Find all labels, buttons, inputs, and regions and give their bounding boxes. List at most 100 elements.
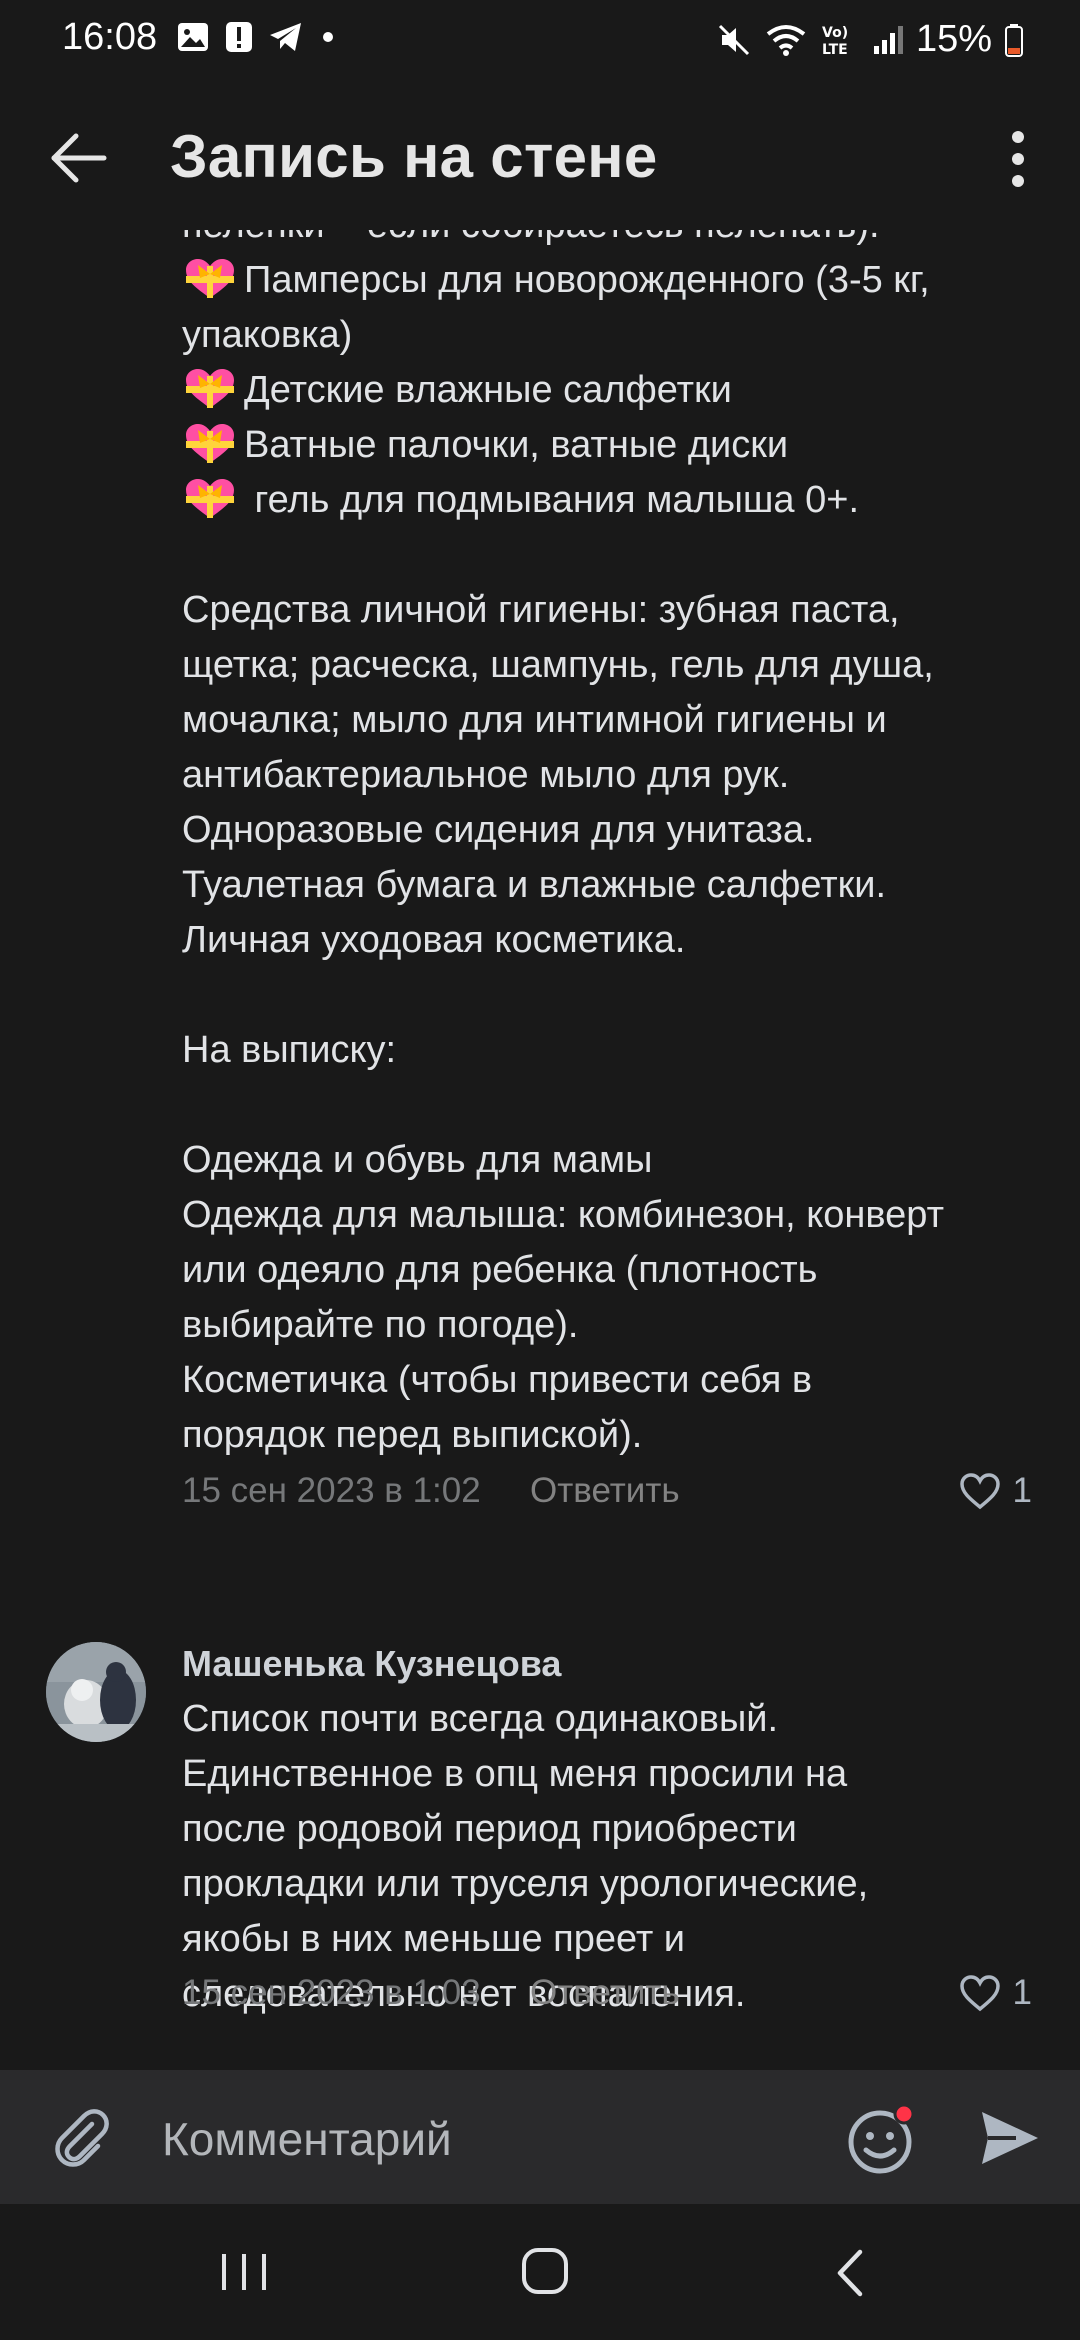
comment-line: Средства личной гигиены: зубная паста, [182, 583, 1052, 638]
heart-with-ribbon-icon [186, 424, 234, 463]
home-icon[interactable] [520, 2246, 570, 2296]
comment-line-text: Туалетная бумага и влажные салфетки. [182, 864, 887, 906]
comment-line: после родовой период приобрести [182, 1802, 1052, 1857]
comment-line-text: Памперсы для новорожденного (3-5 кг, [244, 259, 930, 301]
like-button[interactable]: 1 [959, 1973, 1032, 2013]
comment-date: 15 сен 2023 в 1:02 [182, 1471, 481, 1510]
comment-line-text: Личная уходовая косметика. [182, 919, 686, 961]
comment-line-text: Одежда для малыша: комбинезон, конверт [182, 1194, 945, 1236]
comment-text: пеленки – если собираетесь пеленать). Пам… [182, 230, 1052, 1463]
comment-line-text: щетка; расческа, шампунь, гель для душа, [182, 644, 934, 686]
like-count: 1 [1012, 1471, 1032, 1510]
comment-line: якобы в них меньше преет и [182, 1912, 1052, 1967]
comment-line-text: гель для подмывания малыша 0+. [244, 479, 859, 521]
comment-line: выбирайте по погоде). [182, 1298, 1052, 1353]
alert-icon [226, 22, 252, 52]
comment-line: Список почти всегда одинаковый. [182, 1692, 1052, 1747]
comment-line-text: выбирайте по погоде). [182, 1304, 579, 1346]
volte-icon: Vo) LTE [822, 25, 848, 58]
comment-line-text: На выписку: [182, 1029, 397, 1071]
recent-apps-icon[interactable] [218, 2250, 270, 2294]
comment-line: антибактериальное мыло для рук. [182, 748, 1052, 803]
comment-line-text: порядок перед выпиской). [182, 1414, 643, 1456]
comment-line-text: пеленки – если собираетесь пеленать). [182, 230, 880, 246]
comment-line-text: Ватные палочки, ватные диски [244, 424, 789, 466]
comment-line: Одежда для малыша: комбинезон, конверт [182, 1188, 1052, 1243]
comment-line: Туалетная бумага и влажные салфетки. [182, 858, 1052, 913]
comment-line-text: антибактериальное мыло для рук. [182, 754, 790, 796]
comment-line: Памперсы для новорожденного (3-5 кг, [182, 253, 1052, 308]
notification-badge [893, 2103, 915, 2125]
more-options-icon[interactable] [990, 124, 1046, 194]
comment-line-text: Список почти всегда одинаковый. [182, 1698, 779, 1740]
app-bar: Запись на стене [0, 80, 1080, 230]
heart-with-ribbon-icon [186, 369, 234, 408]
comment-line-text: прокладки или труселя урологические, [182, 1863, 869, 1905]
comment-meta: 15 сен 2023 в 1:03 Ответить 1 [182, 1973, 1032, 2023]
comments-feed[interactable]: пеленки – если собираетесь пеленать). Пам… [0, 230, 1080, 2070]
comment-composer [0, 2070, 1080, 2204]
comment-meta: 15 сен 2023 в 1:02 Ответить 1 [182, 1471, 1032, 1521]
battery-level: 15% [915, 18, 992, 60]
system-nav-bar [0, 2204, 1080, 2340]
comment-line: Детские влажные салфетки [182, 363, 1052, 418]
reply-button[interactable]: Ответить [530, 1471, 680, 1511]
comment-line-text: после родовой период приобрести [182, 1808, 797, 1850]
paperclip-icon[interactable] [48, 2104, 114, 2170]
comment-line: мочалка; мыло для интимной гигиены и [182, 693, 1052, 748]
comment-line: пеленки – если собираетесь пеленать). [182, 230, 1052, 253]
back-arrow-icon[interactable] [46, 126, 110, 190]
battery-icon [1005, 23, 1023, 57]
comment-line [182, 1078, 1052, 1133]
heart-with-ribbon-icon [186, 259, 234, 298]
comment-line-text: Детские влажные салфетки [244, 369, 732, 411]
comment-date: 15 сен 2023 в 1:03 [182, 1973, 481, 2012]
wifi-icon [766, 24, 806, 56]
comment-line: порядок перед выпиской). [182, 1408, 1052, 1463]
author-name[interactable]: Машенька Кузнецова [182, 1643, 561, 1685]
status-time: 16:08 [62, 16, 158, 58]
notification-icons [176, 20, 338, 54]
gallery-icon [178, 23, 208, 51]
reply-button[interactable]: Ответить [530, 1973, 680, 2013]
comment-line: гель для подмывания малыша 0+. [182, 473, 1052, 528]
dot-icon [323, 32, 333, 42]
page-title: Запись на стене [170, 123, 658, 190]
mute-icon [718, 24, 749, 55]
comment-line: Косметичка (чтобы привести себя в [182, 1353, 1052, 1408]
comment-line: Личная уходовая косметика. [182, 913, 1052, 968]
comment-line-text: упаковка) [182, 314, 353, 356]
comment-line: прокладки или труселя урологические, [182, 1857, 1052, 1912]
svg-text:Vo): Vo) [822, 25, 848, 41]
like-count: 1 [1012, 1973, 1032, 2012]
heart-icon [959, 1975, 1000, 2012]
comment-line-text: Средства личной гигиены: зубная паста, [182, 589, 900, 631]
comment-line-text: якобы в них меньше преет и [182, 1918, 686, 1960]
nav-back-icon[interactable] [830, 2246, 870, 2300]
comment-line: щетка; расческа, шампунь, гель для душа, [182, 638, 1052, 693]
status-bar: 16:08 Vo) LTE 15% [0, 0, 1080, 80]
comment-line: На выписку: [182, 1023, 1052, 1078]
emoji-smile-icon[interactable] [846, 2102, 920, 2176]
signal-icon [873, 25, 903, 54]
comment-line: Ватные палочки, ватные диски [182, 418, 1052, 473]
comment-line-text: Косметичка (чтобы привести себя в [182, 1359, 813, 1401]
heart-icon [959, 1473, 1000, 1510]
comment-line-text: Одноразовые сидения для унитаза. [182, 809, 815, 851]
comment-line-text: или одеяло для ребенка (плотность [182, 1249, 818, 1291]
like-button[interactable]: 1 [959, 1471, 1032, 1511]
comment-line-text: Единственное в опц меня просили на [182, 1753, 848, 1795]
avatar[interactable] [46, 1642, 146, 1742]
comment-line [182, 528, 1052, 583]
comment-line-text: мочалка; мыло для интимной гигиены и [182, 699, 887, 741]
system-icons: Vo) LTE 15% [716, 18, 1024, 61]
heart-with-ribbon-icon [186, 479, 234, 518]
comment-line: упаковка) [182, 308, 1052, 363]
send-icon[interactable] [976, 2104, 1044, 2172]
comment-input[interactable] [160, 2106, 824, 2172]
comment-line: Одноразовые сидения для унитаза. [182, 803, 1052, 858]
comment-line: Одежда и обувь для мамы [182, 1133, 1052, 1188]
comment-line: Единственное в опц меня просили на [182, 1747, 1052, 1802]
comment-line: или одеяло для ребенка (плотность [182, 1243, 1052, 1298]
svg-text:LTE: LTE [822, 42, 848, 58]
